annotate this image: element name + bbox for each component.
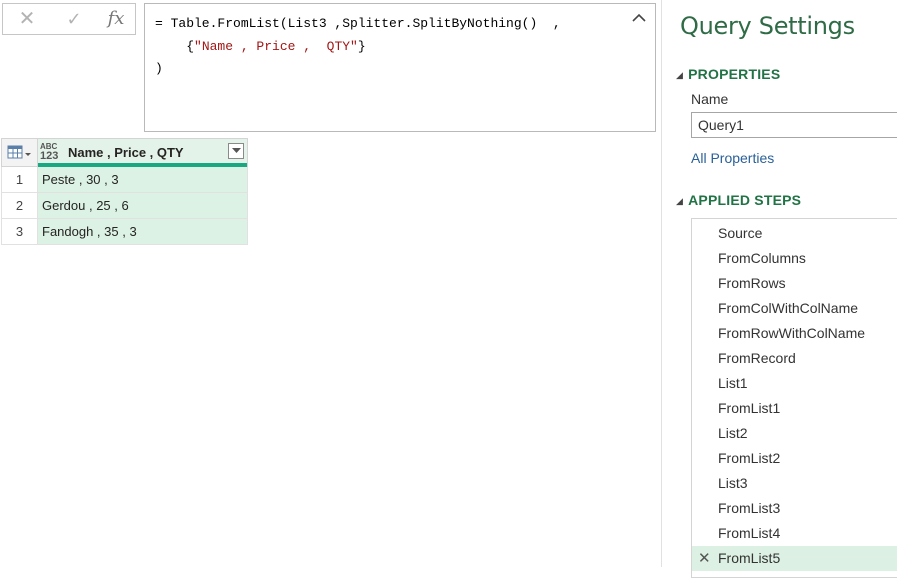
table-row: 1 Peste , 30 , 3 [1, 166, 248, 193]
step-label: List2 [718, 425, 748, 441]
formula-bar-buttons: ✕ ✓ fx [2, 3, 136, 35]
type-icon-123: 123 [40, 150, 59, 162]
applied-steps-section-header[interactable]: ◢ APPLIED STEPS [676, 192, 801, 208]
step-label: FromRecord [718, 350, 796, 366]
formula-line-1: = Table.FromList(List3 ,Splitter.SplitBy… [155, 16, 561, 31]
formula-line-2-prefix: { [155, 38, 195, 54]
column-header[interactable]: ABC 123 Name , Price , QTY [37, 138, 248, 167]
step-label: FromList5 [718, 550, 781, 566]
table-cell[interactable]: Gerdou , 25 , 6 [37, 192, 248, 219]
fx-icon[interactable]: fx [101, 4, 131, 34]
step-label: FromRows [718, 275, 786, 291]
properties-section-header[interactable]: ◢ PROPERTIES [676, 66, 780, 82]
applied-step[interactable]: FromList4 [692, 521, 897, 546]
applied-step[interactable]: FromColumns [692, 246, 897, 271]
step-label: List3 [718, 475, 748, 491]
applied-step[interactable]: List1 [692, 371, 897, 396]
chevron-up-icon[interactable] [629, 8, 649, 28]
table-row: 2 Gerdou , 25 , 6 [1, 192, 248, 219]
all-properties-link[interactable]: All Properties [691, 150, 774, 166]
collapse-triangle-icon: ◢ [676, 70, 684, 80]
type-any-icon[interactable]: ABC 123 [40, 142, 64, 162]
table-menu-button[interactable] [1, 138, 38, 167]
step-label: Source [718, 225, 763, 241]
formula-text[interactable]: = Table.FromList(List3 ,Splitter.SplitBy… [155, 13, 561, 81]
applied-steps-heading: APPLIED STEPS [688, 192, 802, 208]
applied-step[interactable]: List2 [692, 421, 897, 446]
step-label: FromColumns [718, 250, 806, 266]
step-label: FromList3 [718, 500, 781, 516]
applied-step[interactable]: FromList3 [692, 496, 897, 521]
applied-step-selected[interactable]: ✕ FromList5 [692, 546, 897, 571]
step-label: FromRowWithColName [718, 325, 866, 341]
collapse-triangle-icon: ◢ [676, 196, 684, 206]
query-settings-title: Query Settings [680, 12, 855, 40]
step-label: FromList4 [718, 525, 781, 541]
applied-step[interactable]: FromList2 [692, 446, 897, 471]
chevron-down-icon [232, 148, 241, 153]
applied-step[interactable]: FromRows [692, 271, 897, 296]
applied-step[interactable]: FromRowWithColName [692, 321, 897, 346]
column-quality-bar [38, 163, 247, 167]
table-icon [7, 145, 31, 159]
formula-line-2-string: "Name , Price , QTY" [194, 38, 358, 54]
applied-step[interactable]: FromColWithColName [692, 296, 897, 321]
applied-step[interactable]: FromList1 [692, 396, 897, 421]
table-cell[interactable]: Peste , 30 , 3 [37, 166, 248, 193]
step-label: FromList1 [718, 400, 781, 416]
row-number: 2 [1, 192, 38, 219]
close-icon[interactable]: ✕ [12, 4, 42, 34]
column-name: Name , Price , QTY [68, 145, 184, 160]
query-name-input[interactable]: Query1 [691, 112, 897, 138]
formula-line-2-suffix: } [357, 38, 366, 54]
step-label: FromColWithColName [718, 300, 859, 316]
row-number: 1 [1, 166, 38, 193]
close-icon[interactable]: ✕ [698, 546, 711, 571]
step-label: List1 [718, 375, 748, 391]
checkmark-icon[interactable]: ✓ [59, 4, 89, 34]
applied-step[interactable]: List3 [692, 471, 897, 496]
applied-steps-list: Source FromColumns FromRows FromColWithC… [691, 218, 897, 578]
applied-step[interactable]: FromRecord [692, 346, 897, 371]
query-settings-pane: Query Settings ◢ PROPERTIES Name Query1 A… [662, 0, 897, 578]
formula-line-3: ) [155, 61, 163, 76]
name-label: Name [691, 91, 729, 107]
applied-step[interactable]: Source [692, 221, 897, 246]
step-label: FromList2 [718, 450, 781, 466]
properties-heading: PROPERTIES [688, 66, 781, 82]
column-filter-button[interactable] [228, 143, 244, 159]
row-number: 3 [1, 218, 38, 245]
formula-input[interactable]: = Table.FromList(List3 ,Splitter.SplitBy… [144, 3, 656, 132]
table-row: 3 Fandogh , 35 , 3 [1, 218, 248, 245]
data-grid: ABC 123 Name , Price , QTY 1 Peste , 30 … [1, 138, 248, 245]
table-cell[interactable]: Fandogh , 35 , 3 [37, 218, 248, 245]
